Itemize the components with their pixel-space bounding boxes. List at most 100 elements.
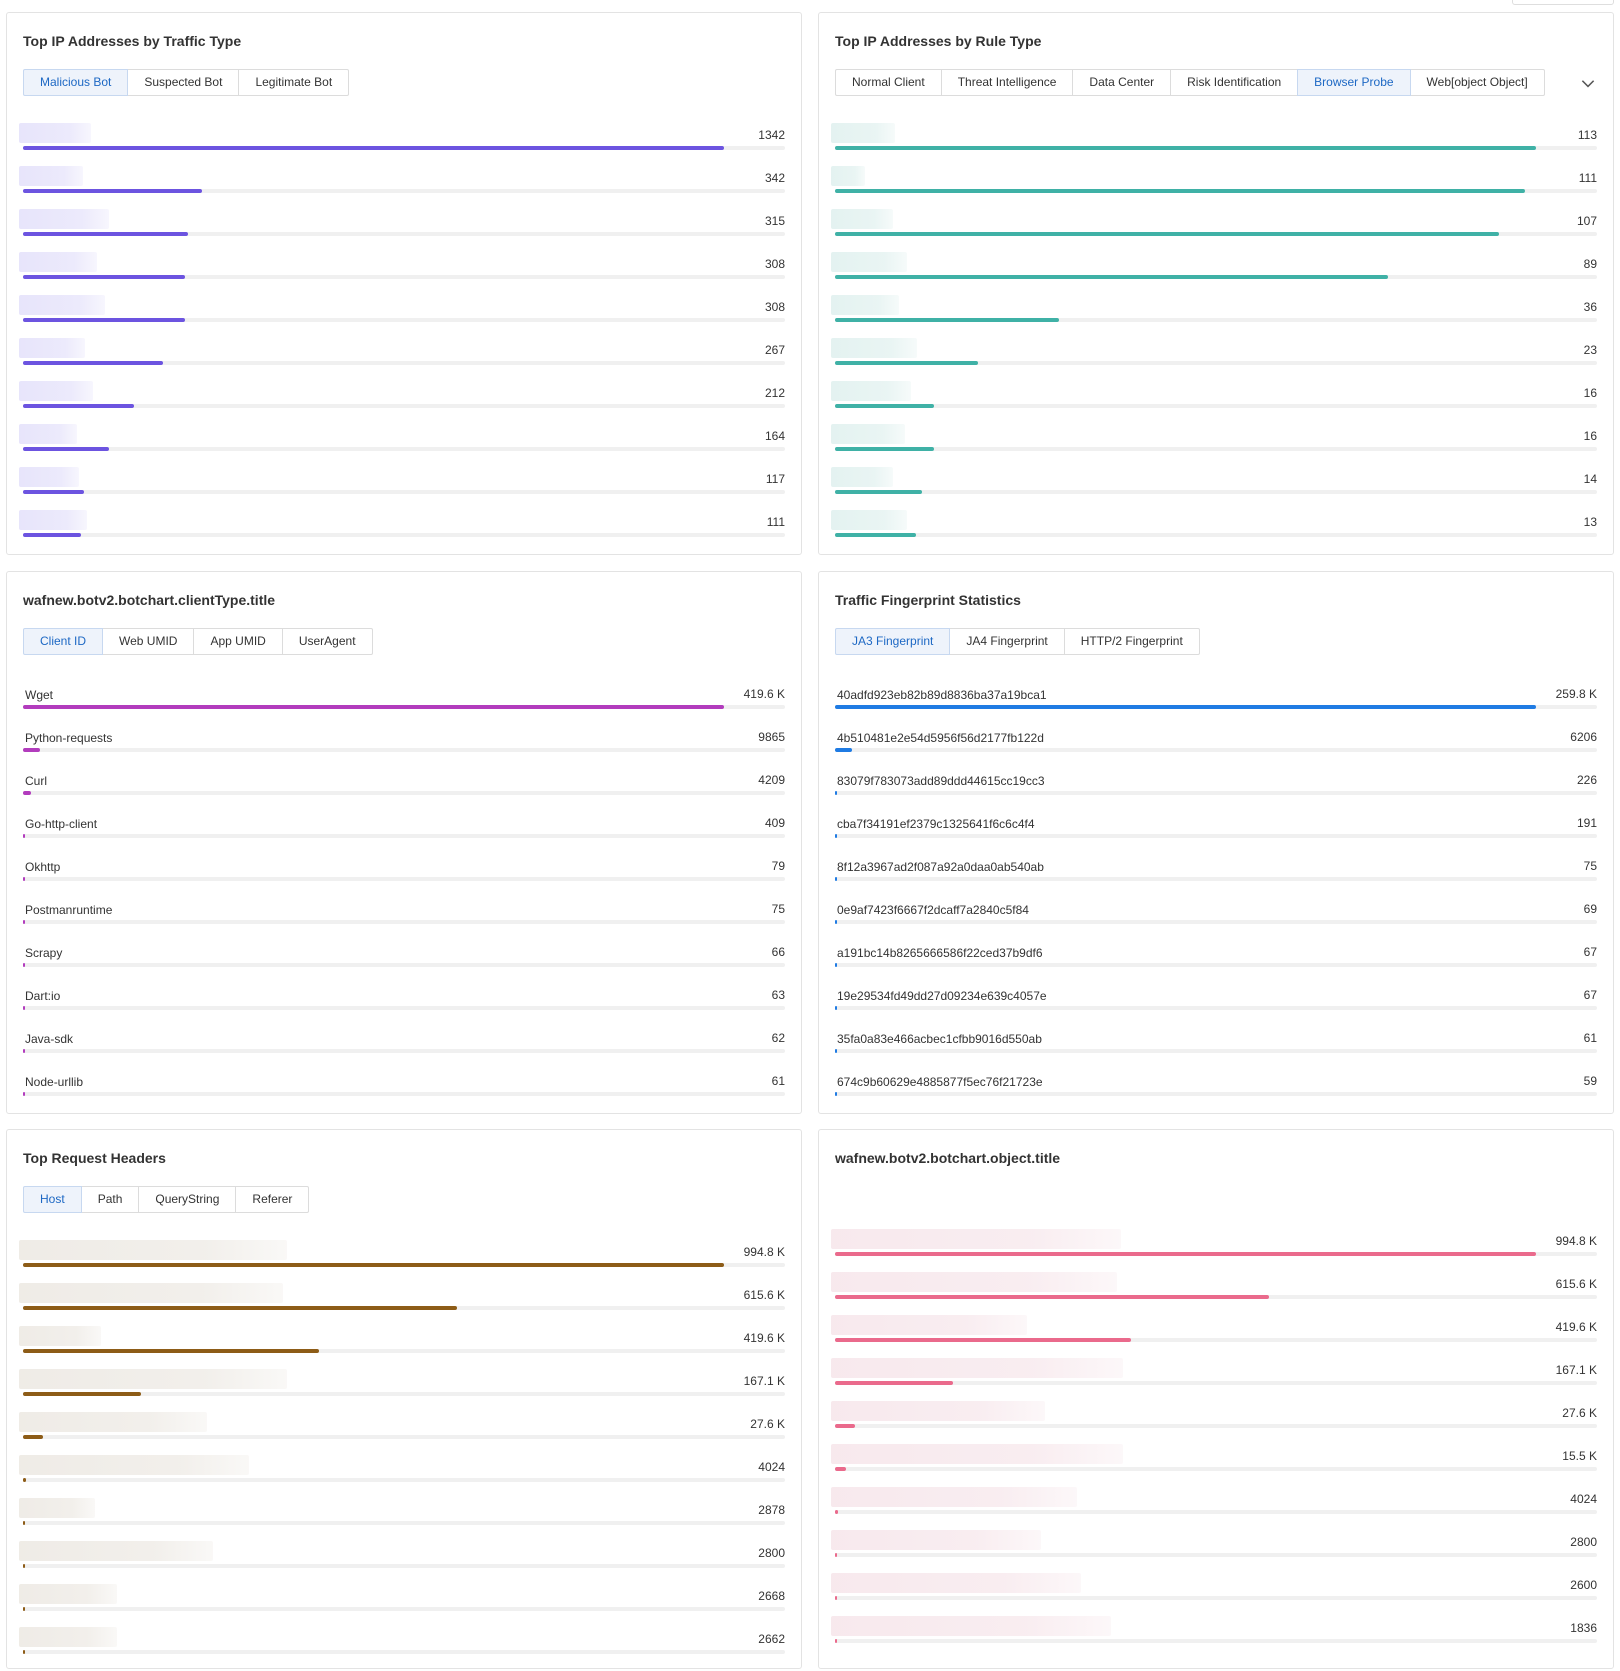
tab-normal-client[interactable]: Normal Client — [835, 69, 942, 96]
tab-suspected-bot[interactable]: Suspected Bot — [127, 69, 240, 96]
redacted-label — [19, 295, 105, 315]
progress-fill — [835, 705, 1537, 709]
item-label: 4b510481e2e54d5956f56d2177fb122d — [837, 731, 1044, 745]
redacted-label — [831, 1444, 1123, 1464]
progress-fill — [23, 748, 40, 752]
list-item: 267 — [19, 332, 785, 375]
progress-track — [23, 920, 785, 924]
redacted-label — [19, 381, 93, 401]
list-item: 419.6 K — [19, 1320, 785, 1363]
item-value: 4024 — [758, 1460, 785, 1474]
tab-querystring[interactable]: QueryString — [138, 1186, 237, 1213]
item-value: 419.6 K — [1555, 1320, 1597, 1334]
tab-web-umid[interactable]: Web UMID — [102, 628, 195, 655]
tab-http-2-fingerprint[interactable]: HTTP/2 Fingerprint — [1063, 628, 1200, 655]
redacted-label — [831, 1487, 1077, 1507]
progress-track — [23, 1306, 785, 1310]
progress-track — [23, 963, 785, 967]
progress-fill — [835, 189, 1525, 193]
tab-client-id[interactable]: Client ID — [23, 628, 104, 655]
item-label: Go-http-client — [25, 817, 98, 831]
tab-legitimate-bot[interactable]: Legitimate Bot — [238, 69, 350, 96]
progress-fill — [835, 1006, 838, 1010]
item-label: 674c9b60629e4885877f5ec76f21723e — [837, 1075, 1043, 1089]
panel-object: wafnew.botv2.botchart.object.title 994.8… — [818, 1129, 1614, 1669]
tab-risk-identification[interactable]: Risk Identification — [1170, 69, 1299, 96]
item-value: 27.6 K — [1562, 1406, 1597, 1420]
redacted-label — [19, 1627, 117, 1647]
redacted-label — [19, 166, 83, 186]
item-value: 2800 — [758, 1546, 785, 1560]
item-value: 1836 — [1570, 1621, 1597, 1635]
list-item: 113 — [831, 117, 1597, 160]
item-value: 107 — [1576, 214, 1597, 228]
progress-fill — [23, 275, 185, 279]
list-item: 212 — [19, 375, 785, 418]
list-item: 419.6 K — [831, 1309, 1597, 1352]
redacted-label — [19, 1326, 101, 1346]
progress-track — [23, 189, 785, 193]
tab-useragent[interactable]: UserAgent — [281, 628, 373, 655]
rule-type-tabs: Normal Client Threat Intelligence Data Cen… — [835, 69, 1545, 96]
redacted-label — [831, 1401, 1045, 1421]
redacted-label — [19, 467, 79, 487]
progress-fill — [835, 533, 916, 537]
list-item: 89 — [831, 246, 1597, 289]
item-value: 2800 — [1570, 1535, 1597, 1549]
progress-track — [835, 1006, 1597, 1010]
progress-track — [835, 748, 1597, 752]
item-value: 36 — [1583, 300, 1597, 314]
tab-malicious-bot[interactable]: Malicious Bot — [23, 69, 129, 96]
tab-path[interactable]: Path — [80, 1186, 140, 1213]
progress-track — [835, 275, 1597, 279]
item-value: 16 — [1583, 386, 1597, 400]
list-item: Scrapy 66 — [23, 934, 785, 977]
tab-app-umid[interactable]: App UMID — [193, 628, 283, 655]
chevron-down-icon[interactable] — [1579, 74, 1597, 92]
tab-browser-probe[interactable]: Browser Probe — [1297, 69, 1411, 96]
progress-fill — [835, 748, 852, 752]
item-value: 63 — [771, 988, 785, 1002]
item-label: Okhttp — [25, 860, 61, 874]
item-value: 111 — [1578, 171, 1597, 185]
tab-threat-intelligence[interactable]: Threat Intelligence — [940, 69, 1074, 96]
list-item: 1836 — [831, 1610, 1597, 1653]
progress-fill — [835, 1252, 1537, 1256]
top-corner-control[interactable] — [1512, 0, 1614, 5]
tab-ja4-fingerprint[interactable]: JA4 Fingerprint — [949, 628, 1065, 655]
progress-fill — [23, 1650, 26, 1654]
tab-ja3-fingerprint[interactable]: JA3 Fingerprint — [835, 628, 951, 655]
item-value: 342 — [764, 171, 785, 185]
progress-track — [835, 1596, 1597, 1600]
progress-track — [23, 1006, 785, 1010]
progress-track — [23, 232, 785, 236]
progress-track — [23, 447, 785, 451]
progress-fill — [23, 533, 81, 537]
tab-web-object-object[interactable]: Web[object Object] — [1409, 69, 1545, 96]
progress-fill — [23, 189, 203, 193]
tab-referer[interactable]: Referer — [235, 1186, 310, 1213]
tab-data-center[interactable]: Data Center — [1072, 69, 1172, 96]
tab-host[interactable]: Host — [23, 1186, 82, 1213]
progress-track — [23, 791, 785, 795]
item-value: 419.6 K — [743, 687, 785, 701]
list-item: 4b510481e2e54d5956f56d2177fb122d 6206 — [835, 719, 1597, 762]
redacted-label — [19, 510, 87, 530]
item-value: 2662 — [758, 1632, 785, 1646]
panel-title: Traffic Fingerprint Statistics — [835, 592, 1021, 608]
client-list: Wget 419.6 K Python-requests 9865 Curl 4209 Go… — [23, 676, 785, 1106]
progress-track — [835, 1295, 1597, 1299]
progress-track — [23, 1392, 785, 1396]
list-item: 164 — [19, 418, 785, 461]
item-value: 75 — [771, 902, 785, 916]
list-item: 167.1 K — [831, 1352, 1597, 1395]
progress-fill — [23, 877, 26, 881]
redacted-label — [831, 338, 917, 358]
item-value: 9865 — [758, 730, 785, 744]
list-item: 16 — [831, 375, 1597, 418]
list-item: a191bc14b8265666586f22ced37b9df6 67 — [835, 934, 1597, 977]
progress-fill — [835, 1381, 954, 1385]
progress-fill — [23, 490, 84, 494]
redacted-label — [19, 1283, 283, 1303]
progress-fill — [835, 1553, 838, 1557]
